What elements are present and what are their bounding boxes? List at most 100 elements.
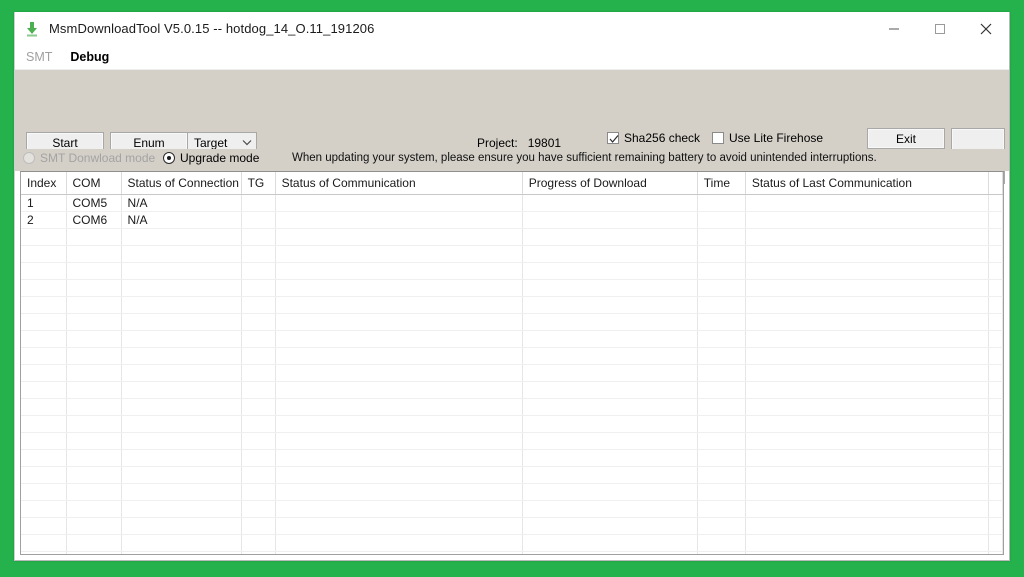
- cell-empty: [66, 245, 122, 263]
- table-row-empty[interactable]: [21, 347, 1003, 365]
- table-row-empty[interactable]: [21, 398, 1003, 416]
- cell-empty: [522, 347, 698, 365]
- chevron-down-icon: [238, 139, 256, 146]
- table-row-empty[interactable]: [21, 228, 1003, 246]
- cell-empty: [745, 466, 989, 484]
- cell-status-of-communication: [275, 211, 523, 229]
- sha256-check-checkbox[interactable]: Sha256 check: [607, 131, 700, 145]
- table-row-empty[interactable]: [21, 245, 1003, 263]
- table-row-empty[interactable]: [21, 551, 1003, 554]
- cell-empty: [697, 500, 746, 518]
- maximize-icon[interactable]: [917, 12, 963, 45]
- column-header-status-of-connection[interactable]: Status of Connection: [121, 172, 242, 195]
- cell-empty: [21, 534, 67, 552]
- cell-empty: [121, 517, 242, 535]
- cell-com: COM5: [66, 194, 122, 212]
- radio-dot: [23, 152, 35, 164]
- use-lite-firehose-checkbox[interactable]: Use Lite Firehose: [712, 131, 823, 145]
- cell-empty: [275, 517, 523, 535]
- cell-empty: [66, 551, 122, 554]
- cell-empty: [121, 398, 242, 416]
- column-header-status-of-communication[interactable]: Status of Communication: [275, 172, 523, 195]
- cell-empty: [988, 432, 1003, 450]
- column-header-time[interactable]: Time: [697, 172, 746, 195]
- cell-index: 1: [21, 194, 67, 212]
- cell-empty: [697, 330, 746, 348]
- cell-empty: [522, 381, 698, 399]
- cell-empty: [697, 279, 746, 297]
- table-row-empty[interactable]: [21, 483, 1003, 501]
- cell-pad: [988, 194, 1003, 212]
- smt-download-mode-radio: SMT Donwload mode: [23, 151, 155, 165]
- cell-empty: [121, 262, 242, 280]
- column-header-com[interactable]: COM: [66, 172, 122, 195]
- table-row-empty[interactable]: [21, 449, 1003, 467]
- upgrade-mode-radio[interactable]: Upgrade mode: [163, 151, 259, 165]
- cell-empty: [241, 245, 276, 263]
- table-row-empty[interactable]: [21, 534, 1003, 552]
- minimize-icon[interactable]: [871, 12, 917, 45]
- cell-empty: [522, 245, 698, 263]
- table-row-empty[interactable]: [21, 279, 1003, 297]
- cell-empty: [988, 466, 1003, 484]
- table-row-empty[interactable]: [21, 330, 1003, 348]
- main-window: MsmDownloadTool V5.0.15 -- hotdog_14_O.1…: [14, 12, 1010, 561]
- cell-empty: [988, 228, 1003, 246]
- column-header-status-of-last-communication[interactable]: Status of Last Communication: [745, 172, 989, 195]
- table-row-empty[interactable]: [21, 296, 1003, 314]
- table-row-empty[interactable]: [21, 262, 1003, 280]
- cell-empty: [275, 534, 523, 552]
- table-row-empty[interactable]: [21, 381, 1003, 399]
- table-row[interactable]: 2 COM6 N/A: [21, 211, 1003, 229]
- column-header-tg[interactable]: TG: [241, 172, 276, 195]
- table-row[interactable]: 1 COM5 N/A: [21, 194, 1003, 212]
- cell-empty: [745, 483, 989, 501]
- table-row-empty[interactable]: [21, 500, 1003, 518]
- table-row-empty[interactable]: [21, 432, 1003, 450]
- cell-empty: [21, 313, 67, 331]
- cell-empty: [66, 313, 122, 331]
- cell-empty: [697, 415, 746, 433]
- cell-empty: [697, 449, 746, 467]
- close-icon[interactable]: [963, 12, 1009, 45]
- upgrade-mode-label: Upgrade mode: [180, 151, 260, 165]
- cell-empty: [275, 228, 523, 246]
- cell-empty: [697, 432, 746, 450]
- table-row-empty[interactable]: [21, 415, 1003, 433]
- cell-empty: [745, 551, 989, 554]
- project-value: 19801: [527, 136, 562, 150]
- cell-empty: [988, 262, 1003, 280]
- cell-empty: [241, 347, 276, 365]
- cell-empty: [745, 381, 989, 399]
- checkbox-box: [607, 132, 619, 144]
- cell-empty: [522, 330, 698, 348]
- cell-empty: [275, 415, 523, 433]
- cell-empty: [745, 534, 989, 552]
- menu-item-smt[interactable]: SMT: [26, 50, 52, 64]
- column-header-pad: [988, 172, 1003, 195]
- cell-empty: [121, 449, 242, 467]
- table-row-empty[interactable]: [21, 517, 1003, 535]
- cell-empty: [988, 347, 1003, 365]
- cell-empty: [697, 466, 746, 484]
- menu-item-debug[interactable]: Debug: [70, 50, 109, 64]
- table-row-empty[interactable]: [21, 466, 1003, 484]
- cell-empty: [121, 313, 242, 331]
- cell-empty: [241, 381, 276, 399]
- device-table[interactable]: Index COM Status of Connection TG Status…: [20, 171, 1004, 555]
- table-row-empty[interactable]: [21, 313, 1003, 331]
- column-header-index[interactable]: Index: [21, 172, 67, 195]
- cell-empty: [21, 262, 67, 280]
- table-row-empty[interactable]: [21, 364, 1003, 382]
- cell-empty: [21, 347, 67, 365]
- window-controls: [871, 12, 1009, 45]
- column-header-progress-of-download[interactable]: Progress of Download: [522, 172, 698, 195]
- cell-empty: [241, 415, 276, 433]
- cell-empty: [241, 449, 276, 467]
- cell-empty: [697, 551, 746, 554]
- cell-empty: [988, 279, 1003, 297]
- cell-empty: [21, 415, 67, 433]
- exit-button[interactable]: Exit: [867, 128, 945, 149]
- cell-empty: [121, 483, 242, 501]
- cell-empty: [745, 500, 989, 518]
